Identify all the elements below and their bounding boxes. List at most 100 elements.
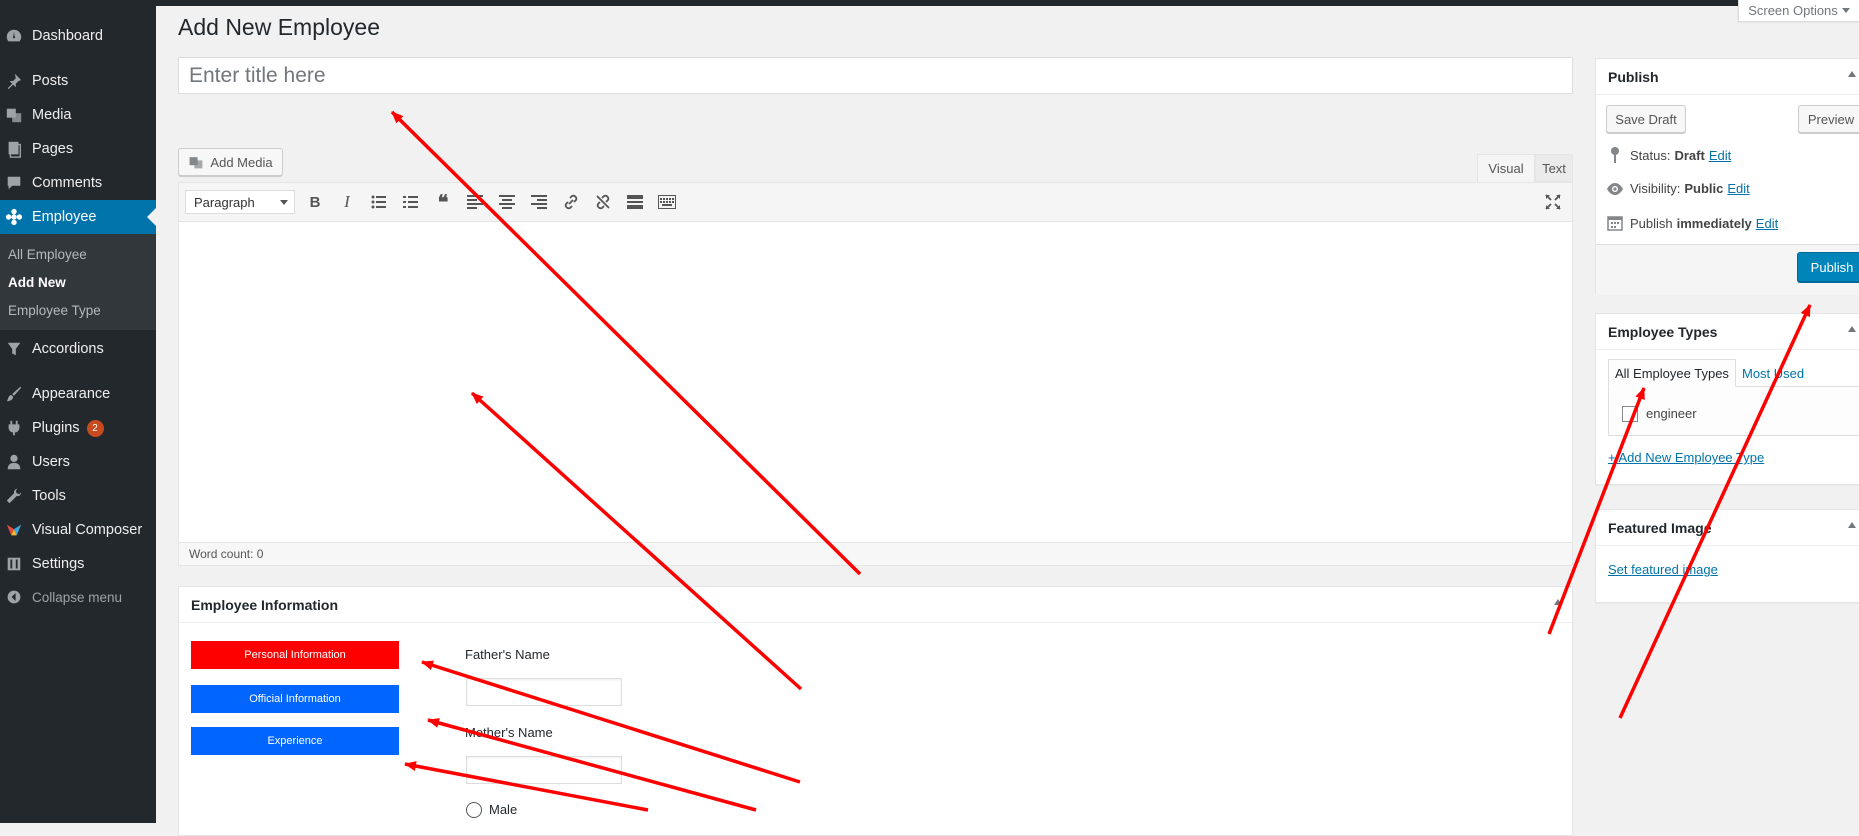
sidebar-item-plugins[interactable]: Plugins 2 <box>0 411 156 445</box>
blockquote-button[interactable]: ❝ <box>431 191 455 214</box>
set-featured-image-link[interactable]: Set featured image <box>1608 562 1718 577</box>
remove-link-button[interactable] <box>591 191 615 213</box>
visibility-value: Public <box>1684 181 1724 196</box>
official-information-label: Official Information <box>249 693 341 705</box>
screen-options-button[interactable]: Screen Options <box>1738 0 1859 22</box>
employee-types-title[interactable]: Employee Types <box>1596 314 1859 350</box>
sidebar-item-accordions[interactable]: Accordions <box>0 332 156 366</box>
link-icon <box>564 194 578 210</box>
publish-button[interactable]: Publish <box>1797 252 1859 282</box>
align-right-button[interactable] <box>527 191 551 213</box>
align-left-button[interactable] <box>463 191 487 213</box>
personal-information-tab[interactable]: Personal Information <box>191 641 399 669</box>
sidebar-item-settings[interactable]: Settings <box>0 547 156 581</box>
edit-publish-time-link[interactable]: Edit <box>1756 216 1778 231</box>
status-value: Draft <box>1674 147 1705 163</box>
format-select[interactable]: Paragraph <box>185 190 295 214</box>
mothers-name-input[interactable] <box>466 756 622 784</box>
featured-image-title[interactable]: Featured Image <box>1596 510 1859 546</box>
collapse-arrow-icon[interactable] <box>1848 522 1856 528</box>
experience-tab[interactable]: Experience <box>191 727 399 755</box>
align-center-button[interactable] <box>495 191 519 213</box>
employee-submenu: All Employee Add New Employee Type <box>0 234 156 330</box>
add-media-button[interactable]: Add Media <box>178 148 283 176</box>
add-media-label: Add Media <box>210 154 273 170</box>
male-radio[interactable] <box>466 802 482 818</box>
sidebar-item-appearance[interactable]: Appearance <box>0 377 156 411</box>
official-information-tab[interactable]: Official Information <box>191 685 399 713</box>
publish-box-title[interactable]: Publish <box>1596 59 1859 95</box>
submenu-item-employee-type[interactable]: Employee Type <box>8 303 101 318</box>
submenu-item-all-employee[interactable]: All Employee <box>8 247 87 262</box>
status-row: Status: Draft Edit <box>1606 147 1731 163</box>
toolbar-toggle-button[interactable] <box>655 191 679 213</box>
keyboard-icon <box>658 195 676 209</box>
collapse-arrow-icon[interactable] <box>1848 326 1856 332</box>
sidebar-item-label: Posts <box>32 73 69 89</box>
sidebar-item-employee[interactable]: Employee <box>0 200 156 234</box>
edit-visibility-link[interactable]: Edit <box>1727 181 1749 196</box>
personal-information-label: Personal Information <box>244 649 346 661</box>
dashboard-icon <box>5 27 23 45</box>
sidebar-item-label: Tools <box>32 488 66 504</box>
comment-icon <box>5 174 23 192</box>
collapse-arrow-icon[interactable] <box>1848 71 1856 77</box>
insert-link-button[interactable] <box>559 191 583 213</box>
tab-visual[interactable]: Visual <box>1477 154 1535 182</box>
read-more-icon <box>627 195 643 209</box>
sidebar-item-media[interactable]: Media <box>0 98 156 132</box>
fathers-name-input[interactable] <box>466 678 622 706</box>
sidebar-item-label: Visual Composer <box>32 522 143 538</box>
sidebar-item-label: Users <box>32 454 70 470</box>
sidebar-item-posts[interactable]: Posts <box>0 64 156 98</box>
sidebar-item-pages[interactable]: Pages <box>0 132 156 166</box>
sidebar-item-users[interactable]: Users <box>0 445 156 479</box>
vc-logo-icon <box>5 521 23 539</box>
fullscreen-icon <box>1545 194 1561 210</box>
editor-toolbar: Paragraph B I ❝ <box>179 183 1572 222</box>
add-new-employee-type-link[interactable]: + Add New Employee Type <box>1608 450 1764 465</box>
publish-time-label: Publish <box>1630 215 1673 231</box>
post-title-input[interactable] <box>178 57 1573 94</box>
settings-icon <box>5 555 23 573</box>
italic-button[interactable]: I <box>335 191 359 213</box>
align-right-icon <box>531 195 547 209</box>
featured-image-box: Featured Image Set featured image <box>1595 509 1859 603</box>
bold-button[interactable]: B <box>303 191 327 213</box>
employee-types-box: Employee Types All Employee Types Most U… <box>1595 313 1859 485</box>
admin-top-bar <box>0 0 1859 6</box>
visibility-row: Visibility: Public Edit <box>1606 181 1750 196</box>
calendar-icon <box>1606 215 1624 231</box>
submenu-item-add-new[interactable]: Add New <box>8 275 66 290</box>
preview-button[interactable]: Preview <box>1798 105 1859 133</box>
sidebar-item-label: Pages <box>32 141 74 157</box>
plug-icon <box>5 419 23 437</box>
bulleted-list-button[interactable] <box>367 191 391 213</box>
numbered-list-button[interactable] <box>399 191 423 213</box>
add-media-icon <box>188 154 204 170</box>
flower-icon <box>5 208 23 226</box>
fullscreen-button[interactable] <box>1541 191 1565 213</box>
sidebar-item-comments[interactable]: Comments <box>0 166 156 200</box>
tab-all-employee-types[interactable]: All Employee Types <box>1608 359 1736 387</box>
read-more-button[interactable] <box>623 191 647 213</box>
engineer-checkbox[interactable] <box>1622 406 1638 422</box>
align-left-icon <box>467 195 483 209</box>
save-draft-button[interactable]: Save Draft <box>1606 105 1686 133</box>
collapse-arrow-icon[interactable] <box>1554 599 1562 605</box>
tab-text[interactable]: Text <box>1535 154 1573 182</box>
sidebar-item-tools[interactable]: Tools <box>0 479 156 513</box>
plugins-update-badge: 2 <box>86 419 104 437</box>
sidebar-item-label: Media <box>32 107 72 123</box>
sidebar-item-visual-composer[interactable]: Visual Composer <box>0 513 156 547</box>
employee-information-title[interactable]: Employee Information <box>179 587 1572 623</box>
brush-icon <box>5 385 23 403</box>
edit-status-link[interactable]: Edit <box>1709 148 1731 163</box>
editor-content-area[interactable] <box>179 221 1572 543</box>
sidebar-item-label: Dashboard <box>32 28 103 44</box>
publish-time-value: immediately <box>1676 215 1752 231</box>
collapse-menu-button[interactable]: Collapse menu <box>0 580 156 614</box>
tab-most-used[interactable]: Most Used <box>1742 359 1804 387</box>
sidebar-item-dashboard[interactable]: Dashboard <box>0 19 156 53</box>
user-icon <box>5 453 23 471</box>
